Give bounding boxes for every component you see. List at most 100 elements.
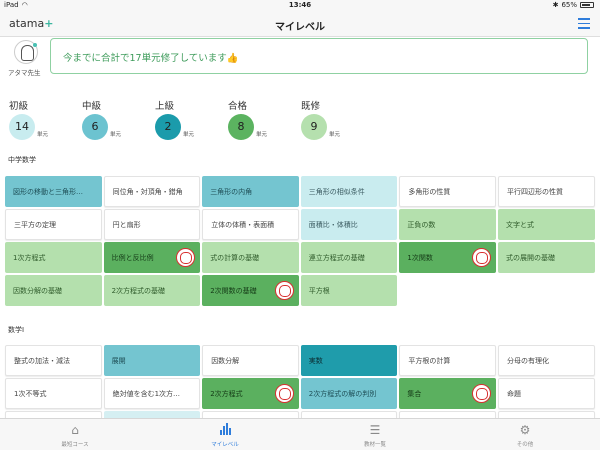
unit-tile-label: 1次関数 — [407, 253, 433, 262]
unit-tile[interactable]: 連立方程式の基礎 — [300, 242, 398, 273]
level-1: 中級 6 単元 — [82, 98, 142, 140]
unit-tile[interactable]: 正負の数 — [399, 209, 496, 240]
bar-chart-icon — [150, 423, 300, 437]
battery-icon — [580, 2, 594, 8]
unit-tile[interactable]: 比例と反比例 — [103, 242, 201, 273]
unit-tile[interactable]: 平方根の計算 — [399, 345, 496, 376]
unit-tile[interactable]: 平行四辺形の性質 — [497, 176, 595, 207]
unit-tile[interactable]: 1次関数 — [399, 242, 496, 273]
level-0: 初級 14 単元 — [9, 98, 69, 140]
unit-tile[interactable]: 因数分解の基礎 — [5, 275, 102, 306]
unit-tile[interactable]: 立体の体積・表面積 — [202, 209, 299, 240]
unit-tile[interactable]: 1次方程式 — [5, 242, 102, 273]
unit-tile-label: 展開 — [111, 356, 126, 365]
unit-tile[interactable]: 図形の移動と三角形… — [5, 176, 102, 207]
unit-tile-label: 実数 — [308, 356, 323, 365]
unit-tile[interactable]: 実数 — [300, 345, 398, 376]
unit-tile-label: 因数分解 — [211, 356, 240, 365]
section-title-math1: 数学Ⅰ — [8, 326, 25, 334]
unit-tile[interactable]: 式の計算の基礎 — [202, 242, 299, 273]
unit-empty-slot — [399, 275, 496, 306]
unit-tile[interactable]: 分母の有理化 — [497, 345, 595, 376]
unit-row: 1次不等式 絶対値を含む1次方… 2次方程式 2次方程式の解の判別 集合 命題 — [5, 378, 595, 409]
unit-tile[interactable]: 文字と式 — [497, 209, 595, 240]
unit-tile-label: 三平方の定理 — [14, 220, 56, 229]
status-bar: iPad ◠ 13:46 ✱ 65% — [0, 0, 600, 12]
unit-tile-label: 立体の体積・表面積 — [211, 220, 275, 229]
level-unit: 単元 — [183, 132, 195, 138]
unit-row: 整式の加法・減法 展開 因数分解 実数 平方根の計算 分母の有理化 — [5, 345, 595, 376]
tab-1[interactable]: マイレベル — [150, 419, 300, 450]
unit-tile[interactable]: 2次方程式 — [202, 378, 299, 409]
unit-tile-label: 2次方程式の解の判別 — [308, 389, 377, 398]
unit-tile[interactable]: 展開 — [103, 345, 201, 376]
unit-tile[interactable]: 式の展開の基礎 — [497, 242, 595, 273]
level-count: 9 — [301, 114, 327, 140]
unit-tile-label: 正負の数 — [407, 220, 436, 229]
gear-icon: ⚙ — [519, 423, 531, 437]
level-label: 上級 — [155, 101, 175, 112]
level-label: 既修 — [301, 101, 321, 112]
unit-tile[interactable]: 1次不等式 — [5, 378, 102, 409]
tab-0[interactable]: ⌂ 最短コース — [0, 419, 150, 450]
pass-stamp-icon — [471, 248, 491, 267]
pass-stamp-icon — [274, 281, 294, 300]
level-4: 既修 9 単元 — [301, 98, 361, 140]
unit-grid-middle: 図形の移動と三角形… 同位角・対頂角・錯角 三角形の内角 三角形の相似条件 多角形の性質… — [5, 176, 595, 308]
unit-tile-label: 同位角・対頂角・錯角 — [112, 187, 183, 196]
unit-tile[interactable]: 多角形の性質 — [399, 176, 496, 207]
unit-tile-label: 2次方程式の基礎 — [111, 286, 166, 295]
level-3: 合格 8 単元 — [228, 98, 288, 140]
unit-tile[interactable]: 2次関数の基礎 — [202, 275, 299, 306]
message-text: 今までに合計で17単元修了しています👍 — [63, 53, 239, 64]
unit-tile[interactable]: 同位角・対頂角・錯角 — [103, 176, 201, 207]
unit-tile[interactable]: 絶対値を含む1次方… — [103, 378, 201, 409]
status-time: 13:46 — [288, 1, 312, 9]
unit-tile-label: 式の展開の基礎 — [505, 253, 555, 262]
unit-tile[interactable]: 面積比・体積比 — [300, 209, 398, 240]
pass-stamp-icon — [471, 384, 491, 403]
unit-tile[interactable]: 因数分解 — [202, 345, 299, 376]
unit-tile[interactable]: 三平方の定理 — [5, 209, 102, 240]
menu-icon[interactable] — [578, 18, 590, 29]
unit-tile-label: 絶対値を含む1次方… — [112, 389, 181, 398]
level-unit: 単元 — [37, 132, 49, 138]
unit-tile[interactable]: 三角形の内角 — [202, 176, 299, 207]
unit-empty-slot — [498, 275, 595, 306]
unit-tile[interactable]: 集合 — [399, 378, 496, 409]
tab-bar: ⌂ 最短コース マイレベル ☰ 教材一覧 ⚙ その他 — [0, 418, 600, 450]
unit-tile[interactable]: 円と扇形 — [103, 209, 201, 240]
unit-tile-label: 式の計算の基礎 — [210, 253, 260, 262]
unit-tile[interactable]: 整式の加法・減法 — [5, 345, 102, 376]
unit-tile-label: 円と扇形 — [112, 220, 141, 229]
nav-bar: atama+ マイレベル — [0, 12, 600, 37]
level-count: 14 — [9, 114, 35, 140]
unit-row: 1次方程式 比例と反比例 式の計算の基礎 連立方程式の基礎 1次関数 式の展開の基礎 — [5, 242, 595, 273]
unit-tile[interactable]: 2次方程式の基礎 — [103, 275, 201, 306]
level-count: 6 — [82, 114, 108, 140]
unit-tile[interactable]: 命題 — [497, 378, 595, 409]
unit-tile-label: 平方根 — [308, 286, 330, 295]
home-icon: ⌂ — [71, 423, 79, 437]
pass-stamp-icon — [274, 384, 294, 403]
unit-tile-label: 平方根の計算 — [408, 356, 451, 365]
tab-label: 教材一覧 — [363, 442, 386, 448]
status-right: ✱ 65% — [553, 1, 594, 9]
unit-tile[interactable]: 平方根 — [300, 275, 398, 306]
level-label: 初級 — [9, 101, 29, 112]
tab-2[interactable]: ☰ 教材一覧 — [300, 419, 450, 450]
unit-tile-label: 比例と反比例 — [111, 253, 154, 262]
unit-row: 図形の移動と三角形… 同位角・対頂角・錯角 三角形の内角 三角形の相似条件 多角形の性質… — [5, 176, 595, 207]
unit-tile[interactable]: 三角形の相似条件 — [300, 176, 398, 207]
level-label: 合格 — [228, 101, 248, 112]
page-title: マイレベル — [275, 22, 325, 33]
unit-tile-label: 文字と式 — [505, 220, 534, 229]
unit-tile-label: 2次関数の基礎 — [210, 286, 257, 295]
unit-tile[interactable]: 2次方程式の解の判別 — [300, 378, 398, 409]
teacher-name: アタマ先生 — [8, 69, 41, 77]
tab-3[interactable]: ⚙ その他 — [450, 419, 600, 450]
tab-label: 最短コース — [61, 442, 89, 448]
level-unit: 単元 — [256, 132, 268, 138]
level-unit: 単元 — [329, 132, 341, 138]
battery-percent: 65% — [561, 1, 577, 9]
